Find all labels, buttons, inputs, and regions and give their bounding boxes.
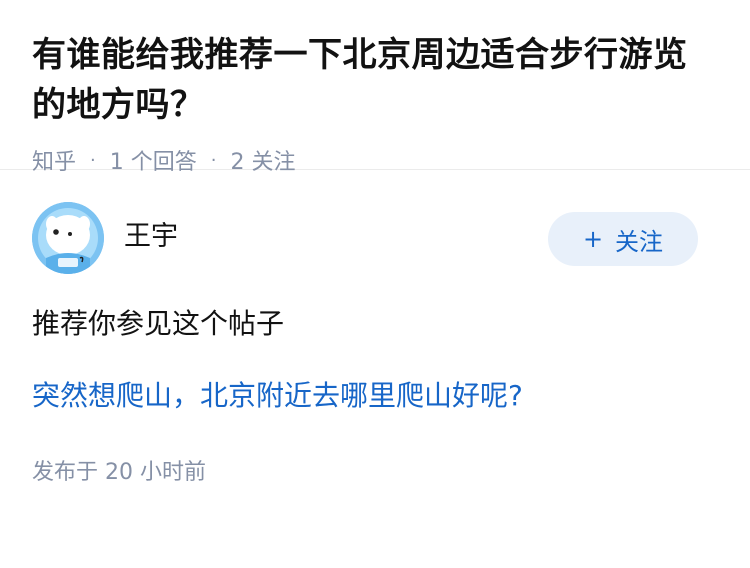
avatar[interactable] <box>32 202 104 274</box>
publish-time: 发布于 20 小时前 <box>32 460 206 485</box>
follow-button-label: 关注 <box>615 227 664 256</box>
question-header: 有谁能给我推荐一下北京周边适合步行游览的地方吗？ 知乎 · 1 个回答 · 2 … <box>0 0 750 175</box>
plus-icon: + <box>582 225 604 253</box>
astronaut-dog-avatar-icon <box>32 202 104 274</box>
question-title[interactable]: 有谁能给我推荐一下北京周边适合步行游览的地方吗？ <box>32 30 718 130</box>
follow-button[interactable]: + 关注 <box>548 212 698 266</box>
answer-card: 王宇 + 关注 推荐你参见这个帖子 突然想爬山，北京附近去哪里爬山好呢? 发布于… <box>0 170 750 486</box>
author-name[interactable]: 王宇 <box>124 214 178 253</box>
meta-separator: · <box>210 149 217 171</box>
linked-post[interactable]: 突然想爬山，北京附近去哪里爬山好呢? <box>32 376 718 416</box>
meta-separator: · <box>90 149 96 171</box>
answer-text: 推荐你参见这个帖子 <box>32 307 285 340</box>
